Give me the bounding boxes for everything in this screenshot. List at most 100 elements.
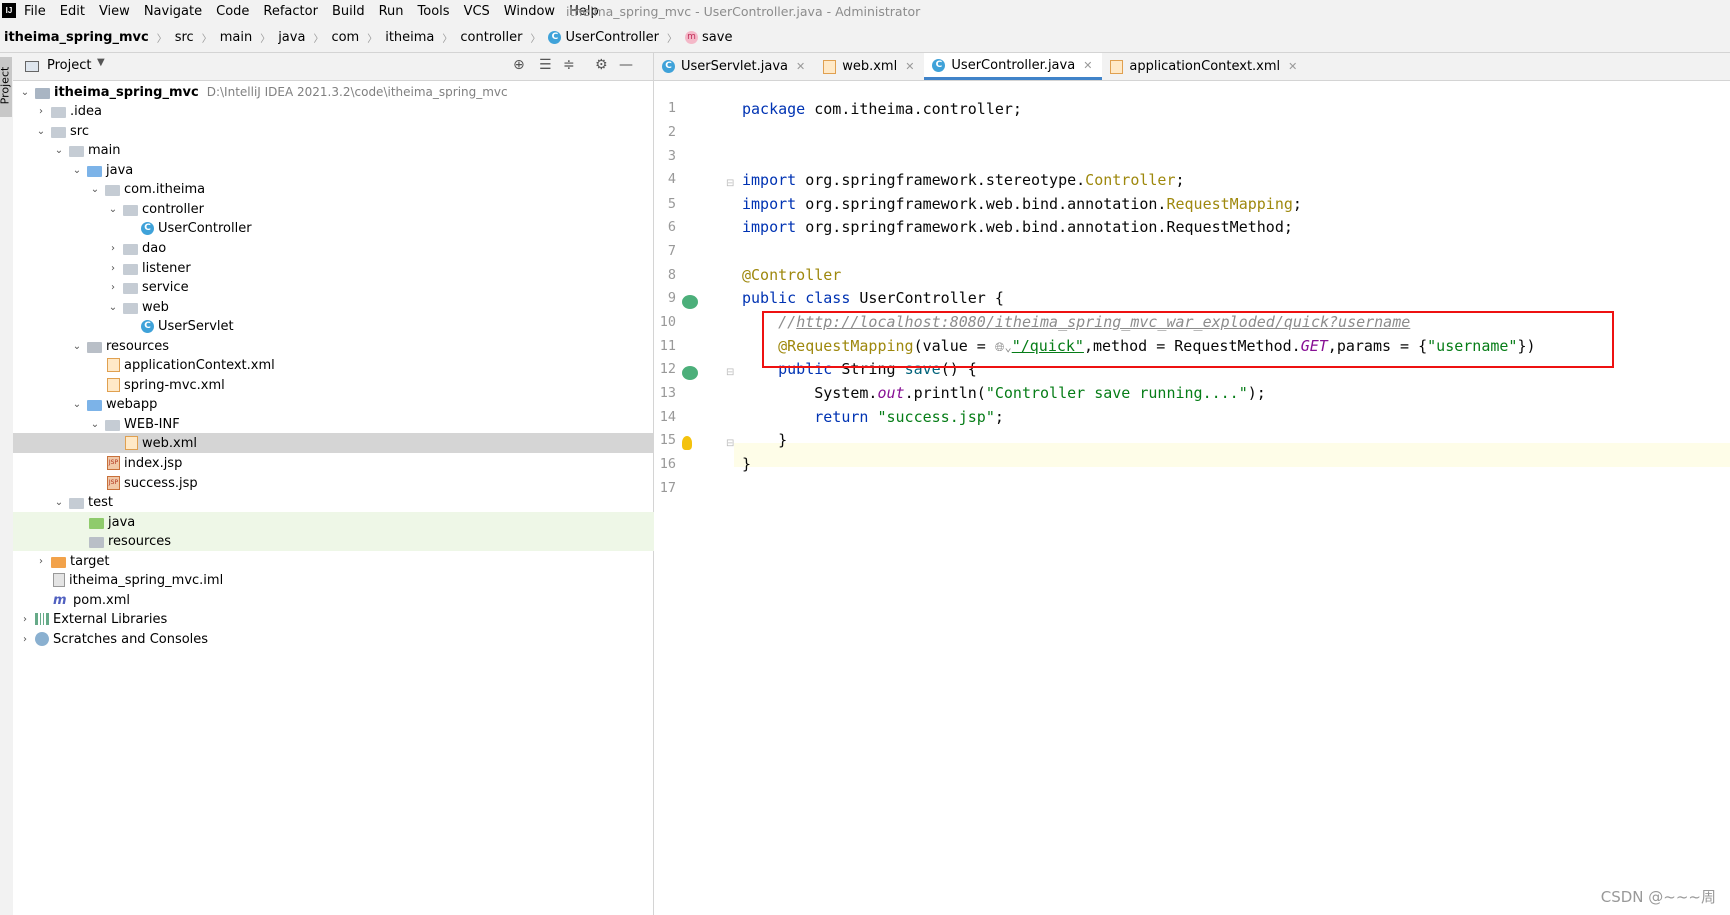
tree-item[interactable]: › service [13, 277, 747, 297]
tree-item-label: External Libraries [53, 611, 168, 627]
breadcrumb-java[interactable]: java [274, 30, 309, 45]
fold-icon[interactable]: ⊟ [726, 178, 734, 189]
code-editor: C UserServlet.java ✕ web.xml ✕ C UserCon… [654, 53, 1730, 915]
chevron-right-icon[interactable]: › [107, 263, 119, 274]
menu-window[interactable]: Window [504, 4, 555, 19]
editor-tabs: C UserServlet.java ✕ web.xml ✕ C UserCon… [654, 53, 1730, 81]
breadcrumb-usercontroller[interactable]: C UserController [544, 30, 663, 45]
tree-item[interactable]: applicationContext.xml [13, 355, 747, 375]
breadcrumb-com[interactable]: com [327, 30, 363, 45]
breadcrumb-main[interactable]: main [216, 30, 256, 45]
close-icon[interactable]: ✕ [1083, 59, 1092, 72]
bean-gutter-icon[interactable] [682, 366, 698, 380]
project-panel-title[interactable]: Project [47, 58, 91, 73]
tree-item[interactable]: › target [13, 551, 675, 571]
menu-view[interactable]: View [99, 4, 130, 19]
tree-item[interactable]: ⌄ main [13, 140, 693, 160]
locate-icon[interactable]: ⊕ [513, 57, 525, 73]
tree-item[interactable]: java [13, 512, 729, 532]
tree-item[interactable]: JSP index.jsp [13, 453, 747, 473]
menu-bar: IJ File Edit View Navigate Code Refactor… [0, 0, 1730, 23]
tab-usercontroller[interactable]: C UserController.java ✕ [924, 53, 1103, 80]
tree-item[interactable]: ⌄ java [13, 160, 711, 180]
menu-build[interactable]: Build [332, 4, 365, 19]
tree-item[interactable]: ⌄ src [13, 121, 675, 141]
chevron-right-icon[interactable]: › [107, 282, 119, 293]
tree-item[interactable]: ⌄ web [13, 297, 747, 317]
chevron-down-icon[interactable]: ⌄ [53, 145, 65, 156]
chevron-down-icon[interactable]: ▼ [97, 57, 105, 68]
tree-item[interactable]: › Scratches and Consoles [13, 629, 659, 649]
tree-item[interactable]: ⌄ resources [13, 336, 711, 356]
lightbulb-icon[interactable] [682, 436, 692, 450]
chevron-down-icon[interactable]: ⌄ [89, 184, 101, 195]
gear-icon[interactable]: ⚙ [595, 57, 608, 73]
collapse-all-icon[interactable]: ≑ [563, 57, 575, 73]
tree-item-selected[interactable]: web.xml [13, 433, 765, 453]
chevron-down-icon[interactable]: ⌄ [89, 419, 101, 430]
minimize-icon[interactable]: — [619, 57, 633, 73]
tree-item[interactable]: ⌄ WEB-INF [13, 414, 729, 434]
tree-item-label: Scratches and Consoles [53, 631, 209, 647]
close-icon[interactable]: ✕ [1288, 60, 1297, 73]
tree-item[interactable]: › listener [13, 258, 747, 278]
chevron-right-icon[interactable]: › [19, 614, 31, 625]
breadcrumb-project[interactable]: itheima_spring_mvc [0, 30, 153, 45]
tab-applicationcontext[interactable]: applicationContext.xml ✕ [1102, 53, 1307, 80]
menu-edit[interactable]: Edit [60, 4, 85, 19]
tree-item[interactable]: ⌄ itheima_spring_mvc D:\IntelliJ IDEA 20… [13, 82, 659, 102]
tree-item-label: .idea [70, 103, 102, 119]
menu-vcs[interactable]: VCS [464, 4, 490, 19]
menu-tools[interactable]: Tools [418, 4, 450, 19]
chevron-down-icon[interactable]: ⌄ [71, 399, 83, 410]
menu-file[interactable]: File [24, 4, 46, 19]
menu-navigate[interactable]: Navigate [144, 4, 202, 19]
line-number: 10 [659, 314, 676, 330]
tree-item[interactable]: ⌄ test [13, 492, 693, 512]
tree-item[interactable]: › .idea [13, 101, 675, 121]
chevron-right-icon[interactable]: › [107, 243, 119, 254]
tree-item[interactable]: m pom.xml [13, 590, 693, 610]
chevron-down-icon[interactable]: ⌄ [71, 165, 83, 176]
tree-item[interactable]: itheima_spring_mvc.iml [13, 570, 693, 590]
chevron-down-icon[interactable]: ⌄ [107, 302, 119, 313]
breadcrumb-save[interactable]: m save [681, 30, 736, 45]
project-tool-tab[interactable]: Project [0, 57, 12, 117]
bean-gutter-icon[interactable] [682, 295, 698, 309]
tree-item[interactable]: JSP success.jsp [13, 473, 747, 493]
close-icon[interactable]: ✕ [796, 60, 805, 73]
breadcrumb-src[interactable]: src [171, 30, 198, 45]
highlight-annotation-box [762, 311, 1614, 368]
breadcrumb-itheima[interactable]: itheima [381, 30, 438, 45]
tree-item[interactable]: ⌄ webapp [13, 394, 711, 414]
menu-code[interactable]: Code [216, 4, 249, 19]
code-area[interactable]: package com.itheima.controller; import o… [742, 81, 1730, 915]
close-icon[interactable]: ✕ [905, 60, 914, 73]
expand-all-icon[interactable]: ☰ [539, 57, 552, 73]
chevron-down-icon[interactable]: ⌄ [35, 126, 47, 137]
chevron-right-icon[interactable]: › [19, 634, 31, 645]
chevron-right-icon[interactable]: › [35, 106, 47, 117]
tree-item[interactable]: › External Libraries [13, 609, 659, 629]
menu-refactor[interactable]: Refactor [263, 4, 318, 19]
xml-file-icon [107, 358, 120, 372]
line-number: 4 [667, 171, 676, 187]
chevron-right-icon[interactable]: › [35, 556, 47, 567]
tree-item[interactable]: spring-mvc.xml [13, 375, 747, 395]
breadcrumb-controller[interactable]: controller [456, 30, 526, 45]
fold-icon[interactable]: ⊟ [726, 438, 734, 449]
chevron-down-icon[interactable]: ⌄ [53, 497, 65, 508]
tab-web-xml[interactable]: web.xml ✕ [815, 53, 924, 80]
project-view-icon [25, 61, 39, 72]
tree-item[interactable]: ⌄ controller [13, 199, 747, 219]
tree-item[interactable]: ⌄ com.itheima [13, 179, 729, 199]
fold-icon[interactable]: ⊟ [726, 367, 734, 378]
tree-item-label: success.jsp [124, 475, 198, 491]
menu-run[interactable]: Run [379, 4, 404, 19]
tab-userservlet[interactable]: C UserServlet.java ✕ [654, 53, 815, 80]
tree-item[interactable]: resources [13, 531, 729, 551]
chevron-down-icon[interactable]: ⌄ [19, 87, 31, 98]
chevron-down-icon[interactable]: ⌄ [107, 204, 119, 215]
chevron-down-icon[interactable]: ⌄ [71, 341, 83, 352]
tree-item[interactable]: › dao [13, 238, 747, 258]
